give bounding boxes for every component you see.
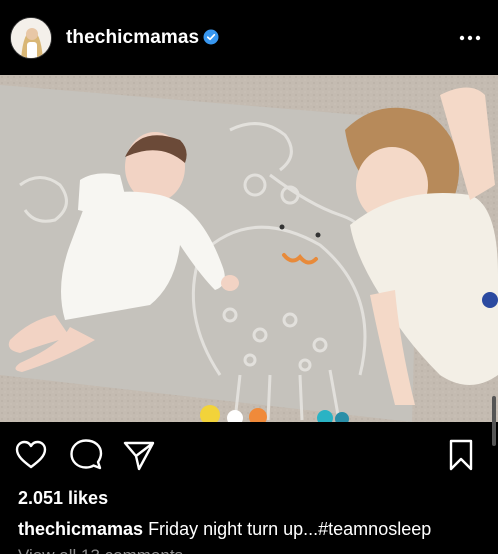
comment-icon[interactable] <box>69 438 103 472</box>
heart-icon[interactable] <box>14 438 48 472</box>
post-header: thechicmamas <box>0 0 498 75</box>
avatar[interactable] <box>10 17 52 59</box>
caption-text: Friday night turn up...#teamnosleep <box>143 519 432 539</box>
post-image[interactable] <box>0 75 498 422</box>
share-icon[interactable] <box>122 438 156 472</box>
bookmark-icon[interactable] <box>444 438 478 472</box>
more-options-icon[interactable] <box>458 26 482 50</box>
verified-badge-icon <box>203 29 219 45</box>
scrollbar[interactable] <box>492 396 496 446</box>
post-username[interactable]: thechicmamas <box>66 27 199 49</box>
post-caption: thechicmamas Friday night turn up...#tea… <box>18 519 431 540</box>
view-comments-link[interactable]: View all 13 comments <box>18 546 183 554</box>
likes-count[interactable]: 2.051 likes <box>18 488 108 509</box>
caption-username[interactable]: thechicmamas <box>18 519 143 539</box>
